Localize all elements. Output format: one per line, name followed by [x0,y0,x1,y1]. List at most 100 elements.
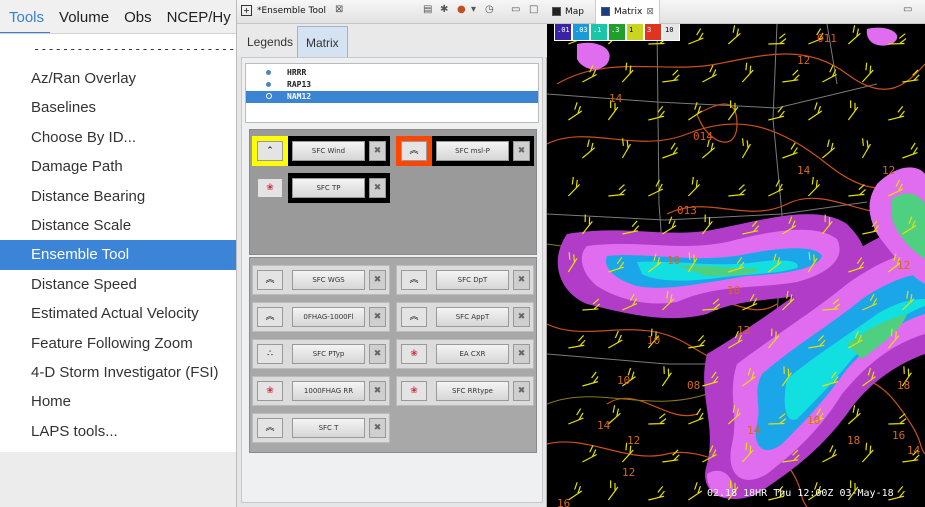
field-button[interactable]: SFC T [292,418,365,438]
colorbar-segment: .3 [608,24,626,41]
new-icon[interactable]: ▤ [423,4,432,15]
close-icon[interactable]: ✖ [369,344,386,364]
close-tab-icon[interactable]: ⊠ [335,4,343,15]
palette-icon[interactable]: ● [457,4,466,15]
clock-icon[interactable]: ◷ [485,4,494,15]
colorbar-segment: 1 [626,24,644,41]
close-icon[interactable]: ✖ [513,307,530,327]
double-chevron-up-icon[interactable]: ︽ [257,270,283,290]
menu-item-home[interactable]: Home [0,387,236,416]
field-button[interactable]: 0FHAG-1000Fl [292,307,365,327]
field-button[interactable]: SFC AppT [436,307,509,327]
color-blobs-icon[interactable]: ❀ [401,381,427,401]
menu-item-laps-tools[interactable]: LAPS tools... [0,417,236,446]
minimize-icon[interactable]: ▭ [903,4,912,15]
menu-item-ensemble-tool[interactable]: Ensemble Tool [0,240,236,270]
close-icon[interactable]: ✖ [513,381,530,401]
temperature-label: 12 [797,54,810,67]
close-tab-icon[interactable]: ⊠ [646,7,654,17]
close-icon[interactable]: ✖ [513,270,530,290]
close-icon[interactable]: ✖ [369,307,386,327]
menu-item-distance-bearing[interactable]: Distance Bearing [0,182,236,211]
menu-item-estimated-actual-velocity[interactable]: Estimated Actual Velocity [0,299,236,328]
temperature-label: 12 [622,466,635,479]
close-icon[interactable]: ✖ [369,270,386,290]
double-chevron-up-icon[interactable]: ︽ [401,270,427,290]
model-row-nam12[interactable]: NAM12 [246,91,538,103]
tab-matrix-view[interactable]: Matrix ⊠ [595,0,660,24]
menu-item-storm-investigator[interactable]: 4-D Storm Investigator (FSI) [0,358,236,387]
ensemble-tool-pane: + *Ensemble Tool ⊠ ▤ ✱ ● ▾ ◷ ▭ □ Legends… [237,0,547,507]
colorbar-segment: 3 [644,24,662,41]
close-icon[interactable]: ✖ [513,344,530,364]
double-chevron-up-icon[interactable]: ︽ [257,418,283,438]
active-fields-grid: ⌃ SFC Wind ✖ ︽ SFC msl-P ✖ ❀ SFC TP ✖ [249,129,537,255]
field-button[interactable]: SFC TP [292,178,365,198]
pin-icon[interactable]: ✱ [440,4,448,15]
field-button[interactable]: SFC PTyp [292,344,365,364]
menu-item-distance-speed[interactable]: Distance Speed [0,270,236,299]
color-blobs-icon[interactable]: ❀ [257,178,283,198]
field-cell-sfc-ptyp: ∴ SFC PTyp ✖ [252,339,390,369]
colorbar-segment: 10 [662,24,680,41]
close-icon[interactable]: ✖ [369,418,386,438]
chevron-down-icon[interactable]: ▾ [471,4,476,15]
minimize-icon[interactable]: ▭ [511,4,520,15]
field-cell-sfc-appt: ︽ SFC AppT ✖ [396,302,534,332]
tab-map[interactable]: Map [547,0,589,24]
double-chevron-up-icon[interactable]: ︽ [257,307,283,327]
temperature-label: 10 [647,334,660,347]
close-icon[interactable]: ✖ [513,141,530,161]
field-button[interactable]: SFC msl-P [436,141,509,161]
close-icon[interactable]: ✖ [369,141,386,161]
model-row-hrrr[interactable]: HRRR [246,67,538,79]
menu-item-baselines[interactable]: Baselines [0,93,236,122]
weather-map[interactable]: 01101401312141214121010101210 08101412141… [547,24,925,507]
dots-icon[interactable]: ∴ [257,344,283,364]
field-cell-sfc-msl-p: ︽ SFC msl-P ✖ [396,136,534,166]
close-icon[interactable]: ✖ [369,178,386,198]
model-name: NAM12 [287,92,312,101]
menu-item-distance-scale[interactable]: Distance Scale [0,211,236,240]
temperature-label: 14 [797,164,811,177]
colorbar-segment: .03 [572,24,590,41]
chevron-up-icon[interactable]: ⌃ [257,141,283,161]
menu-separator: -------------------------------- [33,42,236,56]
ensemble-tabs: Legends Matrix [237,24,547,57]
temperature-label: 12 [897,259,910,272]
maximize-icon[interactable]: □ [529,4,538,15]
field-button[interactable]: SFC Wind [292,141,365,161]
temperature-label: 12 [882,164,895,177]
menu-ncep-hydro[interactable]: NCEP/Hy [158,0,236,33]
menu-obs[interactable]: Obs [115,0,158,33]
color-blobs-icon[interactable]: ❀ [257,381,283,401]
menu-item-feature-following-zoom[interactable]: Feature Following Zoom [0,329,236,358]
menu-item-damage-path[interactable]: Damage Path [0,152,236,181]
field-button[interactable]: EA CXR [436,344,509,364]
close-icon[interactable]: ✖ [369,381,386,401]
menu-item-az-ran-overlay[interactable]: Az/Ran Overlay [0,64,236,93]
double-chevron-up-icon[interactable]: ︽ [401,307,427,327]
pressure-label: 011 [817,32,837,45]
field-cell-ea-cxr: ❀ EA CXR ✖ [396,339,534,369]
field-cell-1000fhag-rr: ❀ 1000FHAG RR ✖ [252,376,390,406]
menu-item-choose-by-id[interactable]: Choose By ID... [0,123,236,152]
menu-tools[interactable]: Tools [0,0,51,33]
field-cell-sfc-tp: ❀ SFC TP ✖ [252,173,390,203]
double-chevron-up-icon[interactable]: ︽ [401,141,427,161]
field-button[interactable]: 1000FHAG RR [292,381,365,401]
pressure-label: 013 [677,204,697,217]
color-blobs-icon[interactable]: ❀ [401,344,427,364]
model-row-rap13[interactable]: RAP13 [246,79,538,91]
temperature-label: 08 [687,379,700,392]
menu-volume[interactable]: Volume [50,0,115,33]
field-button[interactable]: SFC RRtype [436,381,509,401]
map-titlebar: Map Matrix ⊠ ▭ [547,0,925,24]
temperature-label: 10 [617,374,630,387]
colorbar-segment: .1 [590,24,608,41]
field-button[interactable]: SFC WGS [292,270,365,290]
tab-label: Map [565,7,584,17]
tab-legends[interactable]: Legends [239,26,301,57]
tab-matrix[interactable]: Matrix [297,26,348,57]
field-button[interactable]: SFC DpT [436,270,509,290]
